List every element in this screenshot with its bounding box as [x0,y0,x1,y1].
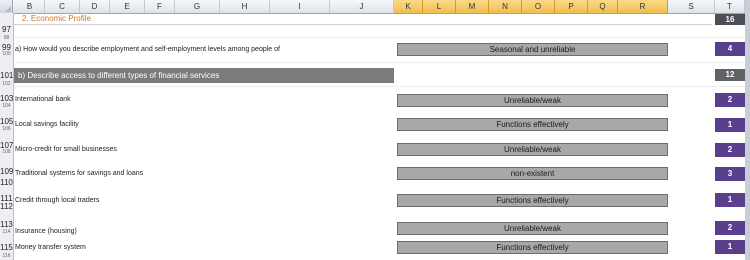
row-number[interactable]: 114 [0,229,13,235]
service-answer-micro-credit[interactable]: Unreliable/weak [397,143,668,156]
service-label-money-transfer: Money transfer system [15,244,86,251]
service-score-traditional-savings[interactable]: 3 [715,167,745,181]
spreadsheet: BCDEFGHIJKLMNOPQRST 97 98 99 100 101 102 103 10… [0,0,750,260]
row-number[interactable]: 115 [0,243,13,252]
grid-line [14,62,745,63]
service-score-insurance[interactable]: 2 [715,221,745,235]
row-number[interactable]: 97 [0,25,13,34]
service-answer-money-transfer[interactable]: Functions effectively [397,241,668,254]
column-header-e[interactable]: E [110,0,145,13]
service-answer-international-bank[interactable]: Unreliable/weak [397,94,668,107]
service-label-international-bank: International bank [15,96,71,103]
column-header-k[interactable]: K [394,0,423,13]
column-header-b[interactable]: B [15,0,45,13]
service-answer-credit-traders[interactable]: Functions effectively [397,194,668,207]
service-score-international-bank[interactable]: 2 [715,93,745,107]
row-number[interactable]: 103 [0,94,13,103]
grid-line [14,37,745,38]
question-b-label: b) Describe access to different types of… [18,71,220,80]
service-label-local-savings: Local savings facility [15,121,79,128]
row-number[interactable]: 108 [0,149,13,155]
service-score-micro-credit[interactable]: 2 [715,143,745,157]
question-a-label: a) How would you describe employment and… [15,46,280,53]
row-number[interactable]: 110 [0,178,13,187]
row-number[interactable]: 116 [0,253,13,259]
column-header-n[interactable]: N [489,0,522,13]
row-header-bar: 97 98 99 100 101 102 103 104 105 106 107 108 109 110 1… [0,13,14,260]
question-b-header[interactable]: b) Describe access to different types of… [14,68,394,83]
column-header-o[interactable]: O [522,0,555,13]
service-label-insurance: Insurance (housing) [15,228,77,235]
column-header-p[interactable]: P [555,0,588,13]
service-answer-insurance[interactable]: Unreliable/weak [397,222,668,235]
question-a-answer-dropdown[interactable]: Seasonal and unreliable [397,43,668,56]
question-b-score-cell[interactable]: 12 [715,69,745,81]
column-header-m[interactable]: M [456,0,489,13]
service-score-money-transfer[interactable]: 1 [715,240,745,254]
column-header-g[interactable]: G [175,0,220,13]
column-header-q[interactable]: Q [588,0,618,13]
column-header-r[interactable]: R [618,0,668,13]
select-all-corner[interactable] [0,0,13,13]
section-title-row[interactable]: 2. Economic Profile [14,14,712,25]
service-label-credit-traders: Credit through local traders [15,197,100,204]
question-a-score-cell[interactable]: 4 [715,42,745,56]
column-header-j[interactable]: J [330,0,394,13]
row-number[interactable]: 100 [0,51,13,57]
row-number[interactable]: 106 [0,126,13,132]
service-answer-traditional-savings[interactable]: non-existent [397,167,668,180]
column-header-c[interactable]: C [45,0,80,13]
column-header-s[interactable]: S [668,0,715,13]
row-number[interactable]: 102 [0,81,13,87]
column-header-f[interactable]: F [145,0,175,13]
row-number[interactable]: 98 [0,35,13,41]
column-header-d[interactable]: D [80,0,110,13]
service-answer-local-savings[interactable]: Functions effectively [397,118,668,131]
column-header-l[interactable]: L [423,0,456,13]
service-label-micro-credit: Micro-credit for small businesses [15,146,117,153]
window-edge [745,0,750,260]
column-header-i[interactable]: I [270,0,330,13]
row-number[interactable]: 105 [0,117,13,126]
row-number[interactable]: 101 [0,71,13,80]
row-number[interactable]: 112 [0,202,13,211]
row-number[interactable]: 113 [0,220,13,229]
service-label-traditional-savings: Traditional systems for savings and loan… [15,170,144,177]
grid-line [14,86,745,87]
column-header-h[interactable]: H [220,0,270,13]
service-score-credit-traders[interactable]: 1 [715,193,745,207]
column-header-t[interactable]: T [715,0,745,13]
row-number[interactable]: 104 [0,103,13,109]
section-score-cell[interactable]: 16 [715,14,745,25]
section-title: 2. Economic Profile [22,14,91,23]
column-header-bar: BCDEFGHIJKLMNOPQRST [0,0,750,14]
row-number[interactable]: 109 [0,167,13,176]
service-score-local-savings[interactable]: 1 [715,118,745,132]
